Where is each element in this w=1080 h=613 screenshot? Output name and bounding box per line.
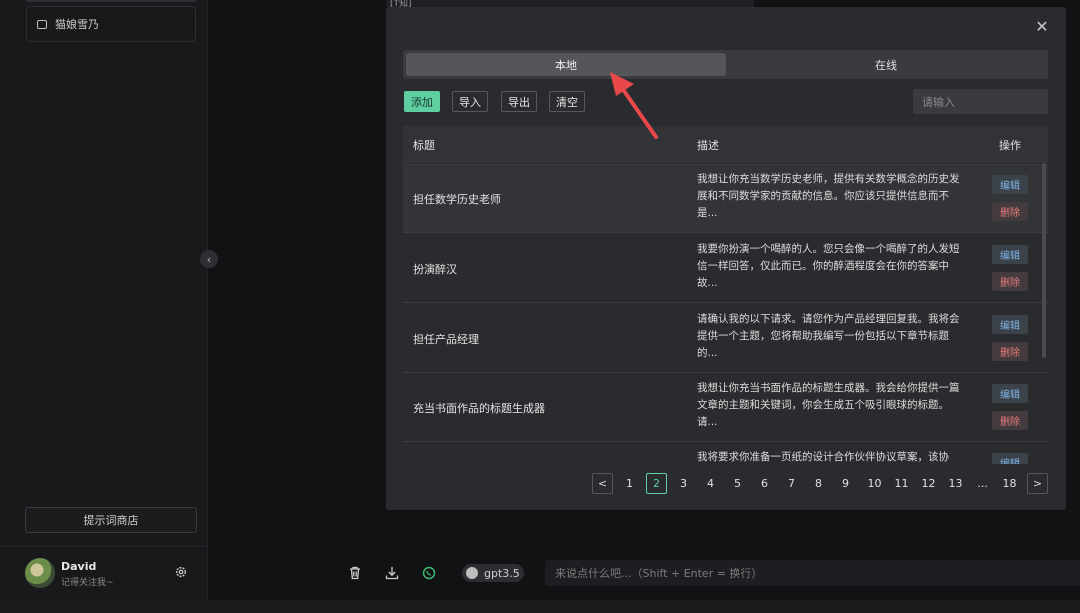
- page-item[interactable]: 11: [889, 473, 914, 494]
- delete-button[interactable]: 删除: [992, 411, 1028, 430]
- download-icon[interactable]: [384, 565, 400, 581]
- gear-icon[interactable]: [174, 565, 188, 579]
- page-item[interactable]: 18: [999, 473, 1020, 494]
- page-item[interactable]: 5: [727, 473, 748, 494]
- trash-icon[interactable]: [347, 565, 363, 581]
- tab-online[interactable]: 在线: [726, 53, 1046, 76]
- row-description: 请确认我的以下请求。请您作为产品经理回复我。我将会提供一个主题，您将帮助我编写一…: [697, 313, 960, 359]
- collapse-sidebar-button[interactable]: ‹: [200, 250, 218, 268]
- sidebar-divider: [0, 546, 208, 547]
- user-subtitle: 记得关注我~: [61, 578, 114, 588]
- edit-button[interactable]: 编辑: [992, 384, 1028, 403]
- page-item[interactable]: 6: [754, 473, 775, 494]
- prompt-store-button[interactable]: 提示词商店: [25, 507, 197, 533]
- add-button[interactable]: 添加: [404, 91, 440, 112]
- page-item[interactable]: 13: [943, 473, 968, 494]
- prev-page-button[interactable]: <: [592, 473, 613, 494]
- delete-button[interactable]: 删除: [992, 272, 1028, 291]
- chevron-left-icon: ‹: [206, 252, 212, 266]
- edit-button[interactable]: 编辑: [992, 315, 1028, 334]
- import-button[interactable]: 导入: [452, 91, 488, 112]
- delete-button[interactable]: 删除: [992, 202, 1028, 221]
- chat-bubble-icon: [37, 19, 47, 29]
- page-item[interactable]: 1: [619, 473, 640, 494]
- row-description: 我想让你充当书面作品的标题生成器。我会给你提供一篇文章的主题和关键词，你会生成五…: [697, 382, 960, 428]
- page-item[interactable]: 7: [781, 473, 802, 494]
- row-title: 担任产品经理: [413, 333, 479, 346]
- model-label: gpt3.5: [484, 566, 520, 580]
- row-title: 充当书面作品的标题生成器: [413, 402, 545, 415]
- tab-local[interactable]: 本地: [406, 53, 726, 76]
- chat-input[interactable]: 来说点什么吧...（Shift + Enter = 换行）: [545, 560, 1080, 586]
- delete-button[interactable]: 删除: [992, 342, 1028, 361]
- table-row[interactable]: 担任数学历史老师 我想让你充当数学历史老师，提供有关数学概念的历史发展和不同数学…: [403, 163, 1048, 233]
- edit-button[interactable]: 编辑: [992, 453, 1028, 464]
- page-item[interactable]: 9: [835, 473, 856, 494]
- page-ellipsis: ...: [977, 477, 988, 490]
- table-scrollbar[interactable]: [1042, 163, 1046, 358]
- row-title: 扮演醉汉: [413, 263, 457, 276]
- table-row[interactable]: 担任产品经理 请确认我的以下请求。请您作为产品经理回复我。我将会提供一个主题，您…: [403, 303, 1048, 373]
- page-item[interactable]: 4: [700, 473, 721, 494]
- page-item[interactable]: 8: [808, 473, 829, 494]
- page-item[interactable]: 12: [916, 473, 941, 494]
- clear-button[interactable]: 清空: [549, 91, 585, 112]
- table-row[interactable]: 扮演醉汉 我要你扮演一个喝醉的人。您只会像一个喝醉了的人发短信一样回答，仅此而已…: [403, 233, 1048, 303]
- prompt-table: 标题 描述 操作 担任数学历史老师 我想让你充当数学历史老师，提供有关数学概念的…: [403, 126, 1048, 464]
- header-actions: 操作: [999, 139, 1021, 152]
- row-description: 我将要求你准备一页纸的设计合作伙伴协议草案，该协议...: [697, 451, 949, 463]
- page-item[interactable]: 10: [862, 473, 887, 494]
- close-icon[interactable]: ✕: [1034, 19, 1050, 35]
- avatar[interactable]: [25, 558, 55, 588]
- background-message-edge: [386, 0, 754, 7]
- user-name: David: [61, 560, 97, 573]
- search-input[interactable]: 请输入: [913, 89, 1048, 114]
- sidebar-top-item-edge: [26, 0, 196, 2]
- edit-button[interactable]: 编辑: [992, 175, 1028, 194]
- page-item[interactable]: 3: [673, 473, 694, 494]
- sidebar: 猫娘雪乃 提示词商店 David 记得关注我~: [0, 0, 208, 600]
- annotation-arrow-icon: [610, 72, 658, 139]
- toggle-knob: [466, 567, 478, 579]
- whatsapp-icon[interactable]: [421, 565, 437, 581]
- table-row[interactable]: 我将要求你准备一页纸的设计合作伙伴协议草案，该协议... 编辑: [403, 441, 1048, 464]
- model-toggle[interactable]: gpt3.5: [462, 564, 524, 582]
- chat-list-item[interactable]: 猫娘雪乃: [26, 6, 196, 42]
- page-item-current[interactable]: 2: [646, 473, 667, 494]
- chat-item-label: 猫娘雪乃: [55, 18, 99, 31]
- row-description: 我要你扮演一个喝醉的人。您只会像一个喝醉了的人发短信一样回答，仅此而已。你的醉酒…: [697, 243, 960, 289]
- row-title: 担任数学历史老师: [413, 193, 501, 206]
- next-page-button[interactable]: >: [1027, 473, 1048, 494]
- edit-button[interactable]: 编辑: [992, 245, 1028, 264]
- row-description: 我想让你充当数学历史老师，提供有关数学概念的历史发展和不同数学家的贡献的信息。你…: [697, 173, 960, 219]
- header-title: 标题: [413, 139, 435, 152]
- window-bottom-strip: [0, 600, 1080, 613]
- export-button[interactable]: 导出: [501, 91, 537, 112]
- header-description: 描述: [697, 139, 719, 152]
- table-header: 标题 描述 操作: [403, 126, 1048, 162]
- table-row[interactable]: 充当书面作品的标题生成器 我想让你充当书面作品的标题生成器。我会给你提供一篇文章…: [403, 372, 1048, 442]
